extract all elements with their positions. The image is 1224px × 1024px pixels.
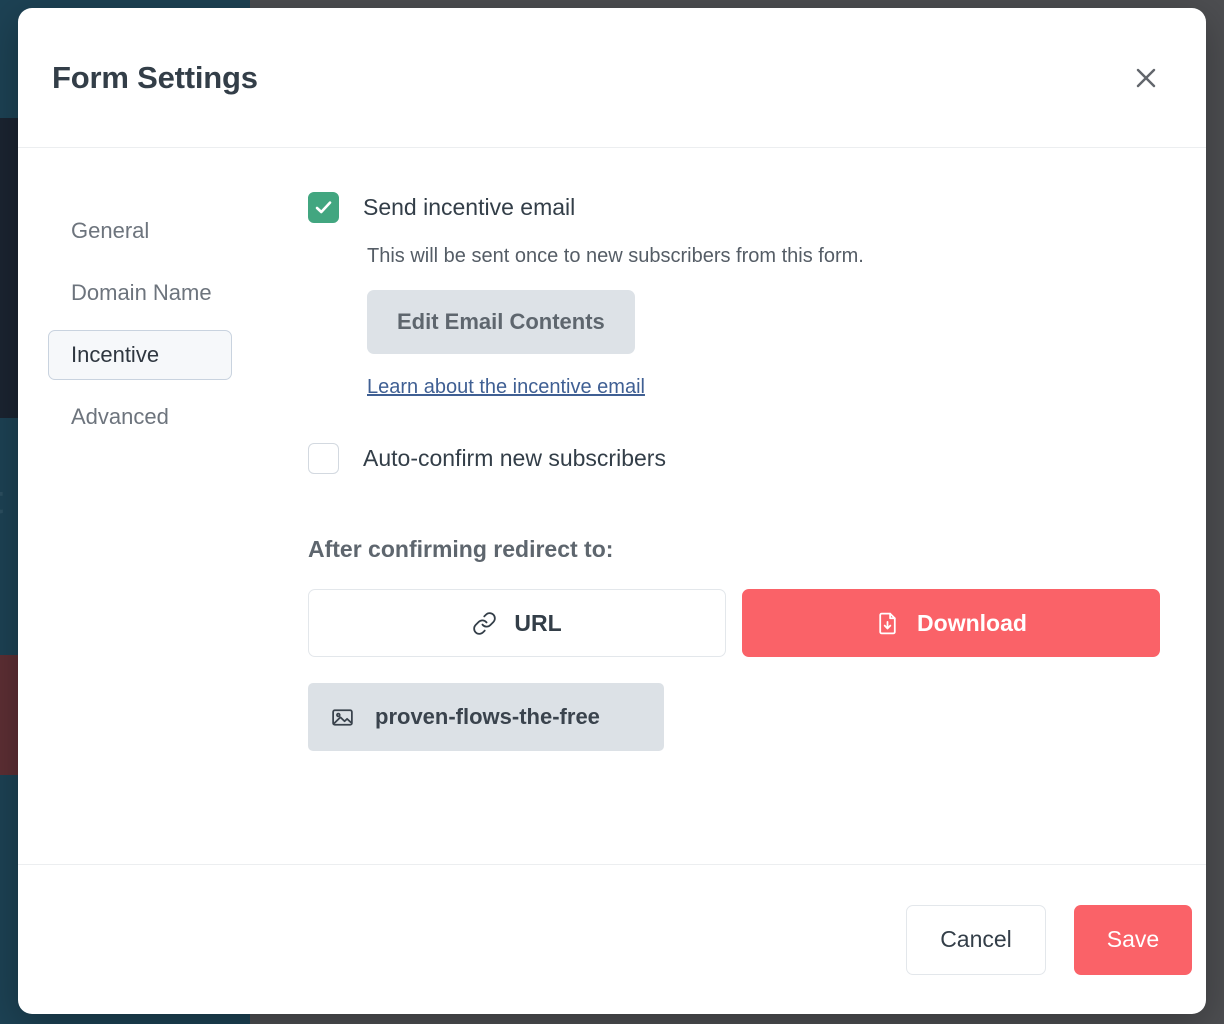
- auto-confirm-row: Auto-confirm new subscribers: [308, 443, 1166, 474]
- redirect-download-label: Download: [917, 609, 1027, 636]
- tab-advanced[interactable]: Advanced: [48, 392, 232, 442]
- image-file-icon: [332, 708, 353, 726]
- backdrop-dark-band: [0, 118, 20, 418]
- incentive-email-help-link[interactable]: Learn about the incentive email: [367, 376, 645, 399]
- download-file-icon: [879, 612, 896, 634]
- tab-general[interactable]: General: [48, 206, 232, 256]
- tab-incentive[interactable]: Incentive: [48, 330, 232, 380]
- modal-header: Form Settings: [18, 8, 1206, 148]
- tab-domain-name[interactable]: Domain Name: [48, 268, 232, 318]
- incentive-file-name: proven-flows-the-free: [375, 704, 600, 729]
- send-incentive-email-row: Send incentive email: [308, 192, 1166, 223]
- close-icon: [1136, 68, 1156, 87]
- form-settings-modal: Form Settings General Domain Name Incent…: [18, 8, 1206, 1014]
- link-icon: [473, 611, 497, 635]
- auto-confirm-checkbox[interactable]: [308, 443, 339, 474]
- redirect-url-button[interactable]: URL: [308, 589, 726, 657]
- incentive-help-text: This will be sent once to new subscriber…: [367, 245, 864, 267]
- settings-tab-list: General Domain Name Incentive Advanced: [18, 192, 308, 864]
- save-button[interactable]: Save: [1074, 904, 1192, 975]
- redirect-download-button[interactable]: Download: [742, 589, 1160, 657]
- checkmark-icon: [315, 201, 332, 214]
- redirect-heading: After confirming redirect to:: [308, 536, 614, 562]
- redirect-url-label: URL: [514, 609, 562, 636]
- backdrop-decor-glyph: t: [0, 480, 3, 520]
- redirect-type-toggle: URL Download: [308, 589, 1166, 657]
- backdrop-red-band: [0, 655, 20, 775]
- page-title: Form Settings: [52, 59, 258, 95]
- modal-body: General Domain Name Incentive Advanced S…: [18, 148, 1206, 864]
- incentive-settings-panel: Send incentive email This will be sent o…: [308, 192, 1206, 864]
- send-incentive-email-checkbox[interactable]: [308, 192, 339, 223]
- close-button[interactable]: [1126, 58, 1166, 98]
- modal-footer: Cancel Save: [18, 864, 1206, 1014]
- send-incentive-email-label: Send incentive email: [363, 194, 576, 220]
- auto-confirm-label: Auto-confirm new subscribers: [363, 445, 666, 471]
- cancel-button[interactable]: Cancel: [906, 904, 1046, 975]
- edit-email-contents-button[interactable]: Edit Email Contents: [367, 290, 635, 354]
- incentive-file-chip[interactable]: proven-flows-the-free: [308, 683, 664, 751]
